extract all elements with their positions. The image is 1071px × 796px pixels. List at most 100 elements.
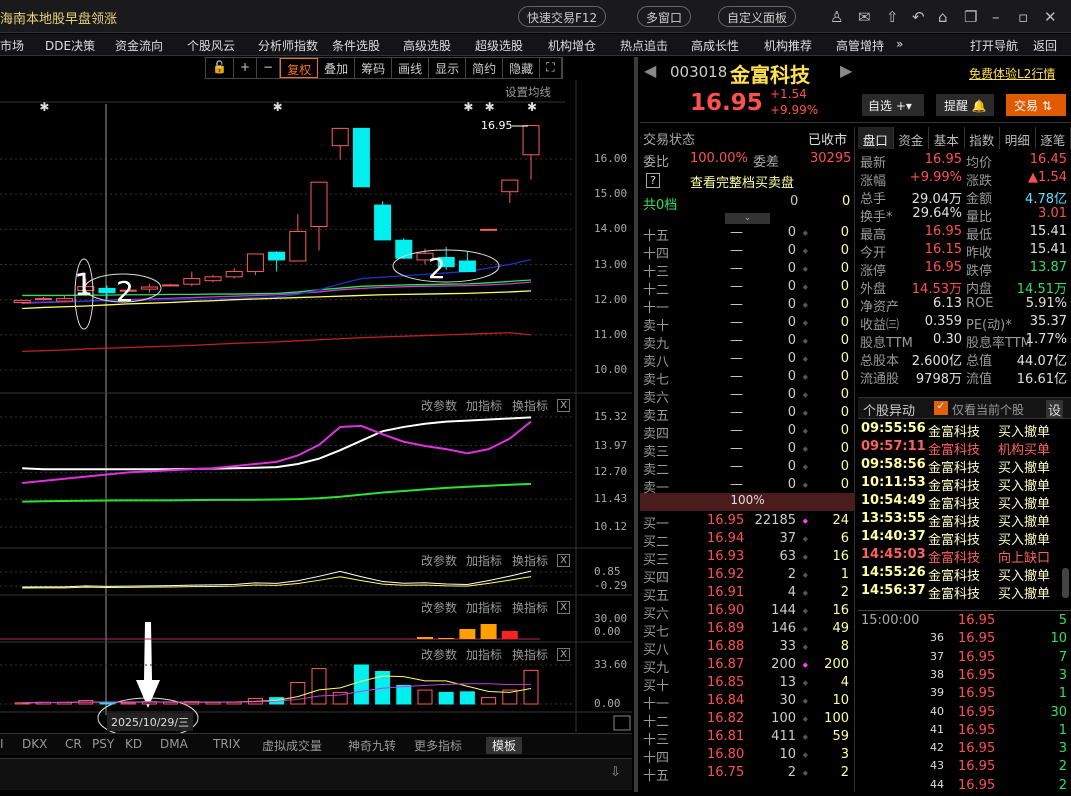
filter-checkbox[interactable]: ✓ [934,401,948,415]
menu-item[interactable]: 市场 [0,37,24,54]
menu-item[interactable]: 资金流向 [115,37,163,54]
custom-panel-button[interactable]: 自定义面板 [718,6,796,27]
alert-button[interactable]: 提醒 🔔 [936,94,994,116]
simple-button[interactable]: 简约 [466,58,503,78]
menu-item[interactable]: 超级选股 [475,37,523,54]
panel-params-button[interactable]: 改参数 [421,552,457,569]
event-row[interactable]: 09:55:56金富科技买入撤单 [858,421,1071,439]
user-icon[interactable]: ♙ [830,8,843,26]
menu-item[interactable]: 分析师指数 [258,37,318,54]
info-tab[interactable]: 明细 [1000,127,1036,149]
add-watchlist-button[interactable]: 自选 +▾ [862,94,924,116]
info-tab[interactable]: 逐笔 [1036,127,1071,149]
close-icon[interactable]: ✕ [1044,8,1057,26]
menu-item[interactable]: 返回 [1033,37,1057,54]
menu-item[interactable]: 条件选股 [332,37,380,54]
info-tab[interactable]: 指数 [965,127,1001,149]
menu-item[interactable]: DDE决策 [45,37,95,54]
events-scrollbar[interactable] [1062,568,1069,598]
panel-switch-button[interactable]: 换指标 [512,646,548,663]
quick-trade-button[interactable]: 快速交易F12 [518,6,606,27]
info-tab[interactable]: 盘口 [858,127,894,149]
zoom-out-button[interactable]: − [257,58,280,78]
event-row[interactable]: 13:53:55金富科技买入撤单 [858,511,1071,529]
indicator-tab[interactable]: KD [125,737,142,751]
lock-icon[interactable]: 🔓 [206,58,234,78]
overlay-button[interactable]: 叠加 [318,58,355,78]
menu-item[interactable]: 打开导航 [970,37,1018,54]
panel-close-button[interactable]: X [557,554,570,567]
multi-window-button[interactable]: 多窗口 [637,6,691,27]
up-arrow-icon[interactable]: ⇧ [886,8,899,26]
event-row[interactable]: 14:40:37金富科技买入撤单 [858,529,1071,547]
indicator-tab[interactable]: 更多指标 [414,737,462,754]
chips-button[interactable]: 筹码 [355,58,392,78]
panel-close-button[interactable]: X [557,648,570,661]
l2-trial-link[interactable]: 免费体验L2行情 [969,65,1055,82]
menu-item[interactable]: 机构推荐 [764,37,812,54]
panel-switch-button[interactable]: 换指标 [512,397,548,414]
event-row[interactable]: 14:55:26金富科技买入撤单 [858,565,1071,583]
event-row[interactable]: 14:56:37金富科技买入撤单 [858,583,1071,601]
panel-params-button[interactable]: 改参数 [421,599,457,616]
indicator-tab[interactable]: CR [65,737,82,751]
event-row[interactable]: 09:57:11金富科技机构买单 [858,439,1071,457]
zoom-in-button[interactable]: + [234,58,257,78]
menu-item[interactable]: 个股风云 [187,37,235,54]
splitter[interactable] [634,57,638,792]
panel-close-button[interactable]: X [557,601,570,614]
mail-icon[interactable]: ✉ [858,8,871,26]
event-row[interactable]: 14:45:03金富科技向上缺口 [858,547,1071,565]
info-tab[interactable]: 基本 [929,127,965,149]
undo-icon[interactable]: ↶ [912,8,925,26]
event-row[interactable]: 10:11:53金富科技买入撤单 [858,475,1071,493]
indicator-tab[interactable]: 模板 [486,737,522,754]
draw-button[interactable]: 画线 [392,58,429,78]
indicator-tab[interactable]: I [0,737,4,751]
kline-chart[interactable]: ✱✱✱✱✱ [0,80,638,792]
ma-setting-button[interactable]: 设置均线 [505,84,551,100]
shirt-icon[interactable]: ⌂ [938,8,948,26]
display-button[interactable]: 显示 [429,58,466,78]
menu-item[interactable]: 高管增持 [836,37,884,54]
ratio-bar-label: 100% [730,493,764,507]
panel-params-button[interactable]: 改参数 [421,397,457,414]
panel-add-button[interactable]: 加指标 [466,646,502,663]
trade-button[interactable]: 交易 ⇅ [1006,94,1066,116]
indicator-tab[interactable]: DMA [160,737,188,751]
event-row[interactable]: 10:54:49金富科技买入撤单 [858,493,1071,511]
window-icon[interactable]: ❐ [964,8,977,26]
minimize-icon[interactable]: – [992,8,1000,26]
full-book-link[interactable]: 查看完整档买卖盘 [690,172,794,191]
adjust-button[interactable]: 复权 [280,58,318,78]
menu-item[interactable]: 高成长性 [691,37,739,54]
expand-icon[interactable]: ⌄ [725,213,770,224]
panel-params-button[interactable]: 改参数 [421,646,457,663]
menu-item[interactable]: 机构增仓 [548,37,596,54]
fullscreen-icon[interactable]: ⛶ [540,58,561,78]
menu-item[interactable]: » [896,37,903,51]
next-stock-icon[interactable]: ▶ [840,61,852,80]
order-level-row: 十四—0◆0 [640,242,855,260]
maximize-icon[interactable]: ▫ [1018,8,1028,26]
info-tab[interactable]: 资金 [894,127,930,149]
panel-switch-button[interactable]: 换指标 [512,552,548,569]
download-icon[interactable]: ⇩ [610,765,621,780]
indicator-tab[interactable]: TRIX [213,737,240,751]
indicator-tab[interactable]: 神奇九转 [348,737,396,754]
event-row[interactable]: 09:58:56金富科技买入撤单 [858,457,1071,475]
panel-close-button[interactable]: X [557,399,570,412]
help-icon[interactable]: ? [646,173,660,188]
indicator-tab[interactable]: PSY [92,737,114,751]
panel-add-button[interactable]: 加指标 [466,397,502,414]
panel-add-button[interactable]: 加指标 [466,552,502,569]
indicator-tab[interactable]: DKX [22,737,47,751]
indicator-tab[interactable]: 虚拟成交量 [262,737,322,754]
events-settings-button[interactable]: 设 [1046,400,1063,419]
hide-button[interactable]: 隐藏 [503,58,540,78]
menu-item[interactable]: 热点追击 [620,37,668,54]
panel-switch-button[interactable]: 换指标 [512,599,548,616]
panel-add-button[interactable]: 加指标 [466,599,502,616]
prev-stock-icon[interactable]: ◀ [644,61,656,80]
menu-item[interactable]: 高级选股 [403,37,451,54]
